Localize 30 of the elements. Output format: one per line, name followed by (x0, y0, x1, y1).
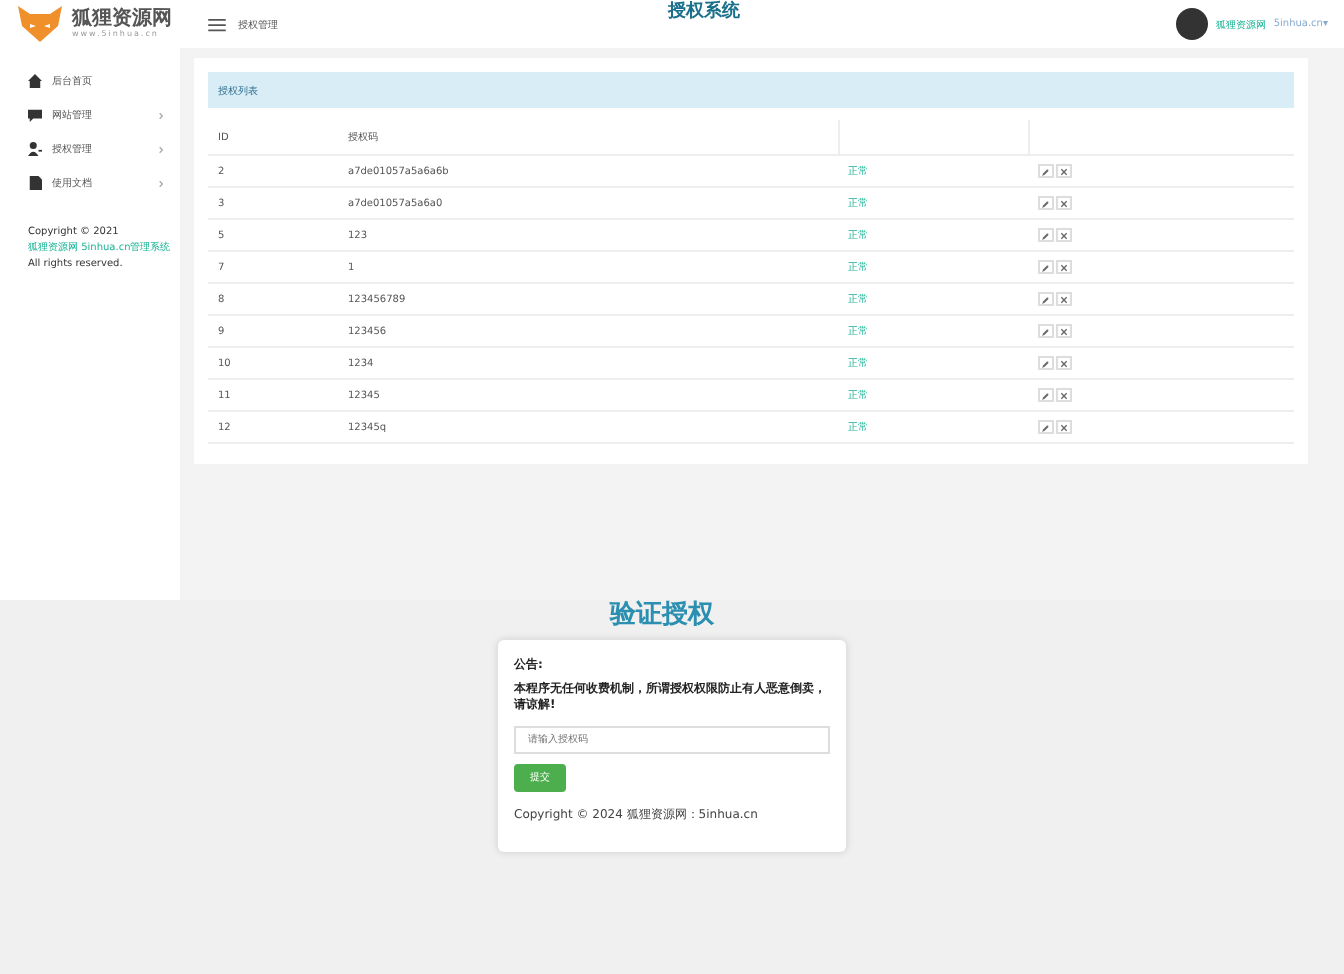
chevron-icon (158, 145, 164, 153)
delete-button[interactable] (1056, 228, 1072, 242)
delete-button[interactable] (1056, 292, 1072, 306)
edit-button[interactable] (1038, 420, 1054, 434)
user-icon (28, 142, 42, 156)
delete-button[interactable] (1056, 196, 1072, 210)
delete-button[interactable] (1056, 324, 1072, 338)
edit-button[interactable] (1038, 228, 1054, 242)
comment-icon (28, 108, 42, 122)
document-icon (28, 176, 42, 190)
logo-text: 授权系统 (668, 2, 740, 26)
edit-button[interactable] (1038, 196, 1054, 210)
delete-button[interactable] (1056, 420, 1072, 434)
delete-button[interactable] (1056, 388, 1072, 402)
edit-button[interactable] (1038, 324, 1054, 338)
delete-button[interactable] (1056, 164, 1072, 178)
edit-button[interactable] (1038, 356, 1054, 370)
delete-button[interactable] (1056, 356, 1072, 370)
logo-text: 验证授权 (610, 598, 714, 634)
edit-button[interactable] (1038, 388, 1054, 402)
chevron-icon (158, 179, 164, 187)
menu-icon[interactable] (208, 17, 226, 31)
chevron-icon (158, 111, 164, 119)
edit-button[interactable] (1038, 292, 1054, 306)
home-icon (28, 74, 42, 88)
delete-button[interactable] (1056, 260, 1072, 274)
brand-name: 狐狸资源网 (72, 10, 172, 30)
avatar[interactable] (1175, 8, 1208, 40)
edit-button[interactable] (1038, 260, 1054, 274)
edit-button[interactable] (1038, 164, 1054, 178)
